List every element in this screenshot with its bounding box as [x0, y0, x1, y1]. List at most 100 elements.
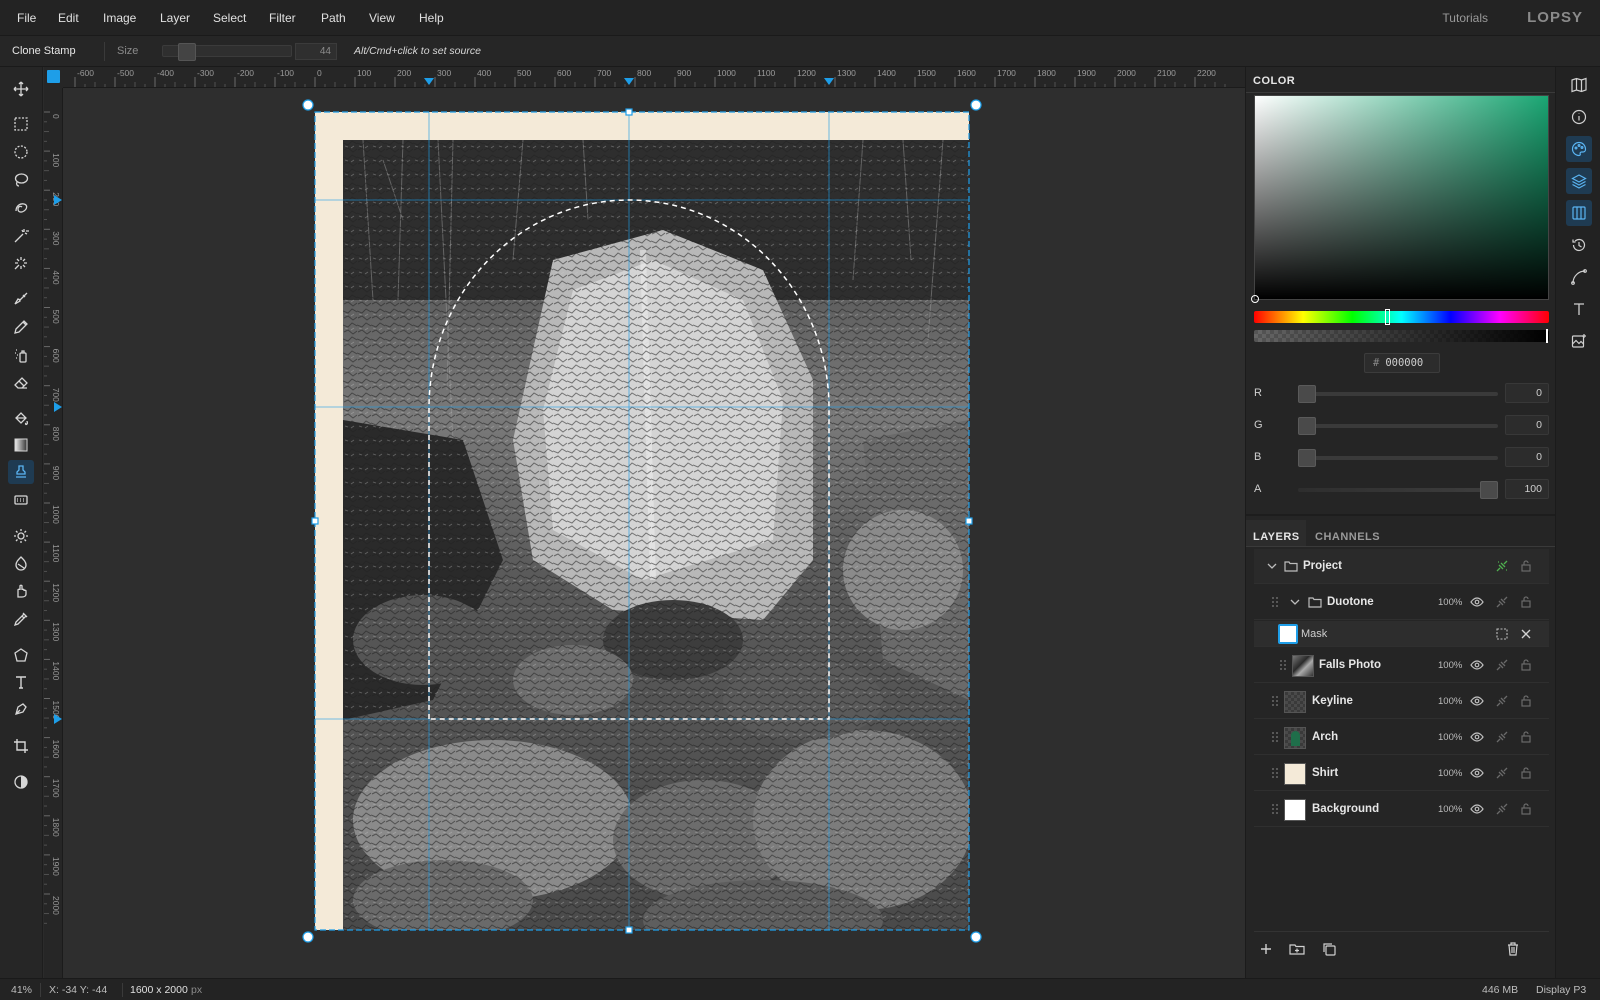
tab-color[interactable]: COLOR [1253, 75, 1295, 87]
move-icon[interactable] [8, 77, 34, 101]
layer-row-duotone[interactable]: Duotone 100% [1254, 585, 1549, 620]
layer-opacity[interactable]: 100% [1438, 768, 1462, 779]
spray-icon[interactable] [8, 343, 34, 367]
drag-handle-icon[interactable] [1268, 802, 1282, 816]
channel-slider[interactable] [1298, 449, 1498, 467]
link-icon[interactable] [1495, 802, 1509, 816]
eye-icon[interactable] [1470, 694, 1484, 708]
palette-icon[interactable] [1566, 136, 1592, 162]
pen-icon[interactable] [8, 697, 34, 721]
duplicate-layer-icon[interactable] [1321, 941, 1339, 959]
eye-icon[interactable] [1470, 802, 1484, 816]
shape-icon[interactable] [8, 643, 34, 667]
channel-slider-thumb[interactable] [1480, 481, 1498, 499]
quick-select-icon[interactable] [8, 196, 34, 220]
size-slider[interactable] [162, 43, 292, 61]
pencil-icon[interactable] [8, 315, 34, 339]
color-field-picker[interactable] [1251, 295, 1259, 303]
layer-opacity[interactable]: 100% [1438, 732, 1462, 743]
channels-icon[interactable] [1566, 200, 1592, 226]
hue-slider-marker[interactable] [1385, 309, 1390, 325]
layer-opacity[interactable]: 100% [1438, 660, 1462, 671]
channel-value-field[interactable]: 0 [1505, 383, 1549, 403]
eye-icon[interactable] [1470, 595, 1484, 609]
link-icon[interactable] [1495, 766, 1509, 780]
navigator-icon[interactable] [1566, 72, 1592, 98]
image-add-icon[interactable] [1566, 328, 1592, 354]
smudge-icon[interactable] [8, 579, 34, 603]
layer-row-background[interactable]: Background 100% [1254, 792, 1549, 827]
hue-slider[interactable] [1254, 309, 1549, 325]
ruler-origin-square[interactable] [47, 70, 60, 83]
tab-channels[interactable]: CHANNELS [1315, 531, 1380, 543]
chevron-down-icon[interactable] [1265, 559, 1279, 573]
link-icon[interactable] [1495, 658, 1509, 672]
menu-layer[interactable]: Layer [160, 11, 190, 25]
alpha-slider-marker[interactable] [1546, 329, 1548, 343]
history-icon[interactable] [1566, 232, 1592, 258]
object-select-icon[interactable] [8, 251, 34, 275]
dodge-icon[interactable] [8, 524, 34, 548]
layer-opacity[interactable]: 100% [1438, 597, 1462, 608]
lock-icon[interactable] [1519, 595, 1533, 609]
menu-image[interactable]: Image [103, 11, 136, 25]
layer-opacity[interactable]: 100% [1438, 696, 1462, 707]
channel-slider-thumb[interactable] [1298, 449, 1316, 467]
channel-slider[interactable] [1298, 417, 1498, 435]
lock-icon[interactable] [1519, 694, 1533, 708]
close-icon[interactable] [1519, 627, 1533, 641]
layer-opacity[interactable]: 100% [1438, 804, 1462, 815]
color-saturation-field[interactable] [1251, 95, 1549, 303]
eye-icon[interactable] [1470, 658, 1484, 672]
text-icon[interactable] [8, 670, 34, 694]
tutorials-link[interactable]: Tutorials [1442, 11, 1488, 25]
ruler-corner[interactable] [44, 67, 63, 88]
layer-row-project[interactable]: Project [1254, 549, 1549, 584]
channel-slider[interactable] [1298, 481, 1498, 499]
canvas-area[interactable] [63, 88, 1245, 978]
link-icon[interactable] [1495, 595, 1509, 609]
add-folder-icon[interactable] [1289, 941, 1307, 959]
pattern-stamp-icon[interactable] [8, 488, 34, 512]
gradient-icon[interactable] [8, 433, 34, 457]
chevron-down-icon[interactable] [1288, 595, 1302, 609]
eyedropper-icon[interactable] [8, 607, 34, 631]
menu-file[interactable]: File [17, 11, 36, 25]
layer-row-falls-photo[interactable]: Falls Photo 100% [1254, 648, 1549, 683]
menu-view[interactable]: View [369, 11, 395, 25]
channel-value-field[interactable]: 100 [1505, 479, 1549, 499]
marquee-ellipse-icon[interactable] [8, 140, 34, 164]
selection-icon[interactable] [1495, 627, 1509, 641]
eye-icon[interactable] [1470, 730, 1484, 744]
link-icon[interactable] [1495, 559, 1509, 573]
channel-slider-thumb[interactable] [1298, 385, 1316, 403]
lock-icon[interactable] [1519, 730, 1533, 744]
channel-value-field[interactable]: 0 [1505, 415, 1549, 435]
layers-icon[interactable] [1566, 168, 1592, 194]
clone-stamp-icon[interactable] [8, 460, 34, 484]
channel-slider[interactable] [1298, 385, 1498, 403]
mask-thumbnail[interactable] [1278, 624, 1298, 644]
lock-icon[interactable] [1519, 559, 1533, 573]
drag-handle-icon[interactable] [1268, 766, 1282, 780]
drag-handle-icon[interactable] [1268, 730, 1282, 744]
curve-path-icon[interactable] [1566, 264, 1592, 290]
menu-help[interactable]: Help [419, 11, 444, 25]
menu-filter[interactable]: Filter [269, 11, 296, 25]
layer-row-shirt[interactable]: Shirt 100% [1254, 756, 1549, 791]
info-icon[interactable] [1566, 104, 1592, 130]
layer-row-arch[interactable]: Arch 100% [1254, 720, 1549, 755]
brush-icon[interactable] [8, 287, 34, 311]
marquee-rect-icon[interactable] [8, 112, 34, 136]
magic-wand-icon[interactable] [8, 224, 34, 248]
drag-handle-icon[interactable] [1268, 595, 1282, 609]
channel-value-field[interactable]: 0 [1505, 447, 1549, 467]
link-icon[interactable] [1495, 694, 1509, 708]
drag-handle-icon[interactable] [1276, 658, 1290, 672]
size-value-field[interactable]: 44 [295, 43, 337, 60]
lock-icon[interactable] [1519, 802, 1533, 816]
type-icon[interactable] [1566, 296, 1592, 322]
menu-path[interactable]: Path [321, 11, 346, 25]
vertical-ruler[interactable]: 0100200300400500600700800900100011001200… [44, 88, 63, 980]
link-icon[interactable] [1495, 730, 1509, 744]
